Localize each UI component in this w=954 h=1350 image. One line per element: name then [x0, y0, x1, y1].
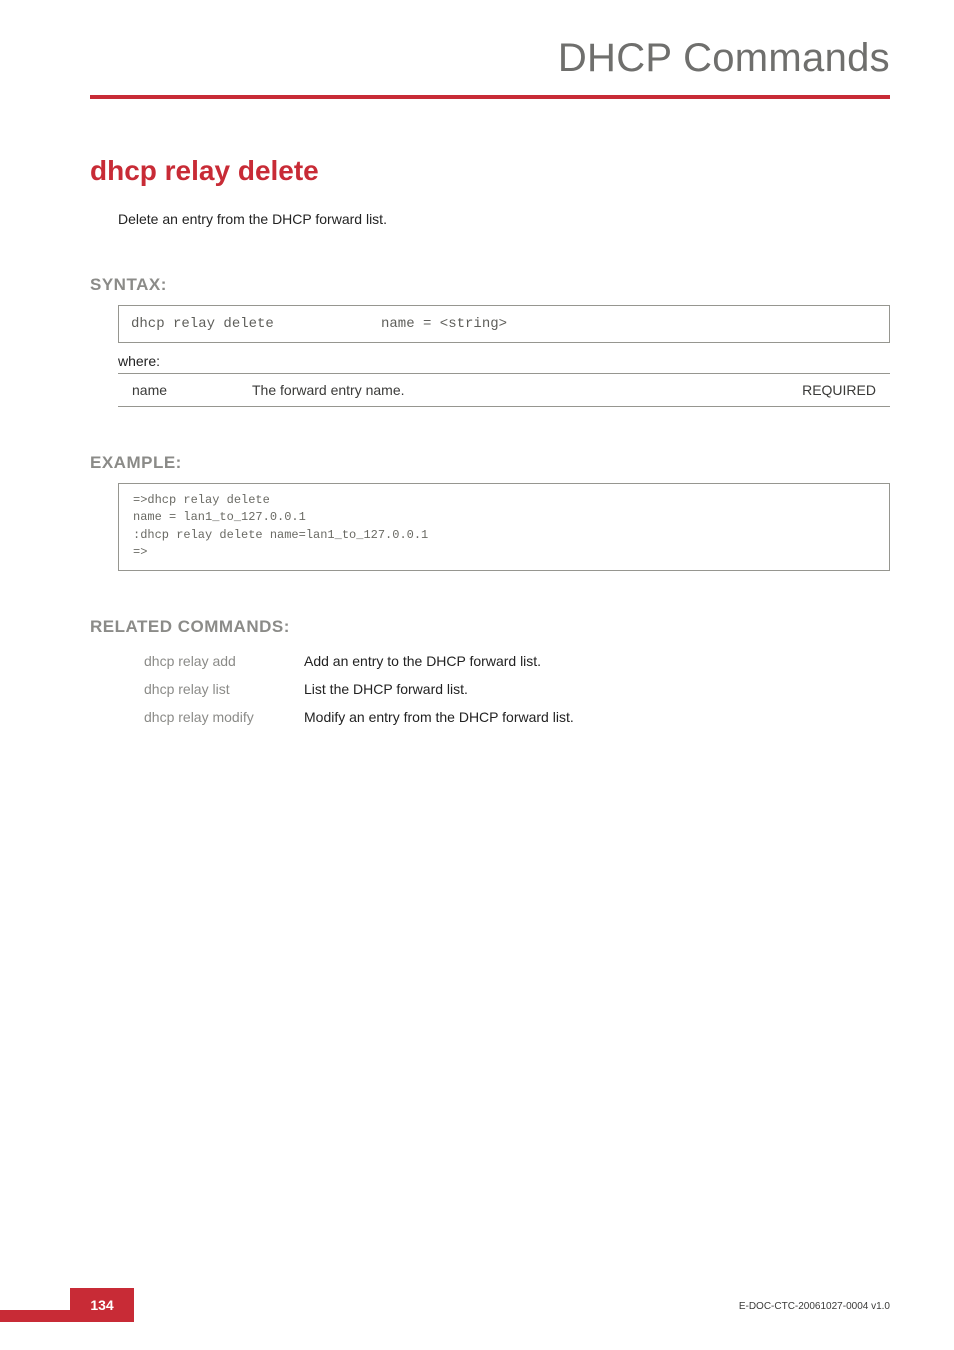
- related-command-link[interactable]: dhcp relay list: [144, 681, 304, 697]
- header-rule: [90, 95, 890, 99]
- where-label: where:: [118, 353, 890, 369]
- param-name: name: [122, 382, 252, 398]
- related-command-desc: Modify an entry from the DHCP forward li…: [304, 709, 890, 725]
- example-section: EXAMPLE: =>dhcp relay delete name = lan1…: [90, 453, 890, 571]
- page-body: DHCP Commands dhcp relay delete Delete a…: [0, 0, 954, 731]
- page-number: 134: [70, 1288, 134, 1322]
- syntax-box: dhcp relay delete name = <string>: [118, 305, 890, 343]
- syntax-command: dhcp relay delete: [131, 316, 381, 332]
- related-command-link[interactable]: dhcp relay modify: [144, 709, 304, 725]
- footer-accent-stub: [0, 1310, 70, 1322]
- command-description: Delete an entry from the DHCP forward li…: [118, 211, 890, 227]
- param-desc: The forward entry name.: [252, 382, 766, 398]
- syntax-args: name = <string>: [381, 316, 507, 332]
- param-required: REQUIRED: [766, 382, 886, 398]
- page-header-title: DHCP Commands: [90, 36, 890, 95]
- related-row: dhcp relay modify Modify an entry from t…: [144, 703, 890, 731]
- related-command-desc: Add an entry to the DHCP forward list.: [304, 653, 890, 669]
- param-row: name The forward entry name. REQUIRED: [118, 374, 890, 406]
- page-footer: 134 E-DOC-CTC-20061027-0004 v1.0: [0, 1286, 954, 1322]
- related-command-desc: List the DHCP forward list.: [304, 681, 890, 697]
- related-command-link[interactable]: dhcp relay add: [144, 653, 304, 669]
- related-heading: RELATED COMMANDS:: [90, 617, 890, 637]
- related-row: dhcp relay list List the DHCP forward li…: [144, 675, 890, 703]
- syntax-heading: SYNTAX:: [90, 275, 890, 295]
- example-heading: EXAMPLE:: [90, 453, 890, 473]
- example-code: =>dhcp relay delete name = lan1_to_127.0…: [118, 483, 890, 571]
- param-table: name The forward entry name. REQUIRED: [118, 373, 890, 407]
- command-title: dhcp relay delete: [90, 155, 890, 187]
- related-section: RELATED COMMANDS: dhcp relay add Add an …: [90, 617, 890, 731]
- related-row: dhcp relay add Add an entry to the DHCP …: [144, 647, 890, 675]
- document-id: E-DOC-CTC-20061027-0004 v1.0: [739, 1301, 890, 1312]
- related-list: dhcp relay add Add an entry to the DHCP …: [144, 647, 890, 731]
